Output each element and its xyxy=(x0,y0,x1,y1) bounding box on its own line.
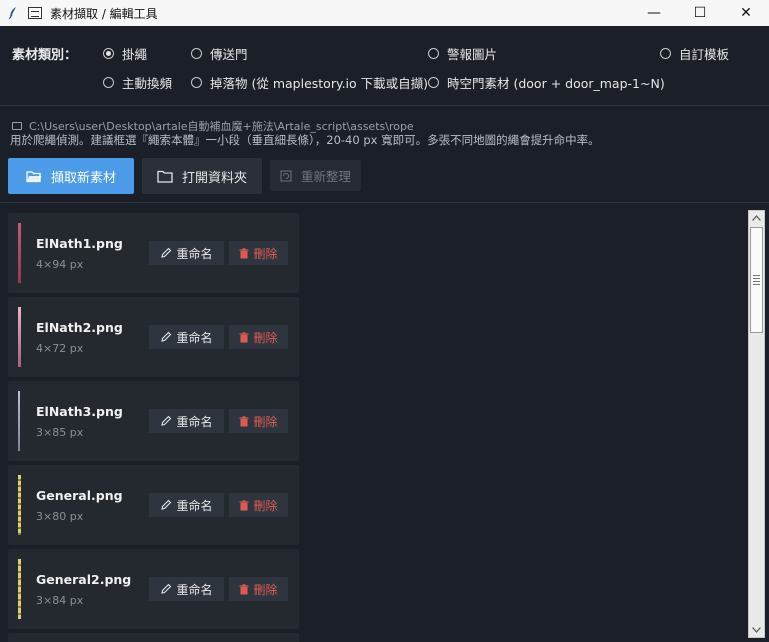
radio-alert-image[interactable]: 警報圖片 xyxy=(428,44,497,63)
open-folder-button[interactable]: 打開資料夾 xyxy=(142,158,262,194)
asset-thumbnail xyxy=(18,559,21,619)
refresh-icon xyxy=(280,170,292,182)
asset-card: ElNath1.png 4×94 px 重命名 刪除 xyxy=(8,213,299,293)
rename-button[interactable]: 重命名 xyxy=(149,409,224,433)
title-bar: 素材擷取 / 編輯工具 — ☐ ✕ xyxy=(0,0,769,26)
asset-name: ElNath1.png xyxy=(36,236,123,251)
asset-dims: 3×85 px xyxy=(36,426,84,439)
rename-label: 重命名 xyxy=(176,414,213,429)
radio-rope[interactable]: 掛繩 xyxy=(103,44,147,63)
asset-name: General2.png xyxy=(36,572,132,587)
reorganize-button[interactable]: 重新整理 xyxy=(270,160,361,191)
radio-door[interactable]: 時空門素材 (door + door_map-1~N) xyxy=(428,73,665,92)
asset-card: General.png 3×80 px 重命名 刪除 xyxy=(8,465,299,545)
asset-card: ElNath2.png 4×72 px 重命名 刪除 xyxy=(8,297,299,377)
folder-icon xyxy=(12,122,22,130)
delete-label: 刪除 xyxy=(253,498,278,513)
rename-label: 重命名 xyxy=(176,330,213,345)
asset-card-partial xyxy=(8,633,299,642)
folder-open-icon xyxy=(26,170,42,183)
feather-icon xyxy=(6,6,20,20)
radio-label: 自訂模板 xyxy=(679,47,730,62)
radio-label: 掛繩 xyxy=(122,47,148,62)
rename-button[interactable]: 重命名 xyxy=(149,241,224,265)
trash-icon xyxy=(239,247,249,259)
window-icon xyxy=(28,7,42,19)
vertical-scrollbar[interactable] xyxy=(748,210,765,638)
asset-name: ElNath2.png xyxy=(36,320,123,335)
scroll-down-arrow[interactable] xyxy=(750,624,763,636)
rename-button[interactable]: 重命名 xyxy=(149,325,224,349)
radio-dot[interactable] xyxy=(191,77,202,88)
rename-button[interactable]: 重命名 xyxy=(149,577,224,601)
radio-custom-template[interactable]: 自訂模板 xyxy=(660,44,729,63)
category-section: 素材類別： 掛繩 傳送門 警報圖片 自訂模板 主動換頻 掉落物 (從 maple… xyxy=(0,26,769,106)
trash-icon xyxy=(239,499,249,511)
asset-thumbnail xyxy=(18,475,21,535)
asset-thumbnail xyxy=(18,391,20,451)
rename-label: 重命名 xyxy=(176,246,213,261)
reorganize-label: 重新整理 xyxy=(300,169,351,184)
trash-icon xyxy=(239,415,249,427)
pencil-icon xyxy=(160,331,172,343)
radio-dot[interactable] xyxy=(191,48,202,59)
asset-thumbnail xyxy=(18,307,21,367)
radio-portal[interactable]: 傳送門 xyxy=(191,44,248,63)
hint-text: 用於爬繩偵測。建議框選『繩索本體』一小段（垂直細長條），20-40 px 寬即可… xyxy=(10,133,600,147)
radio-channel-switch[interactable]: 主動換頻 xyxy=(103,73,172,92)
delete-button[interactable]: 刪除 xyxy=(229,241,288,265)
asset-dims: 4×94 px xyxy=(36,258,84,271)
radio-drops[interactable]: 掉落物 (從 maplestory.io 下載或自擷) xyxy=(191,73,428,92)
delete-label: 刪除 xyxy=(253,582,278,597)
radio-dot[interactable] xyxy=(428,77,439,88)
pencil-icon xyxy=(160,415,172,427)
scroll-thumb[interactable] xyxy=(750,227,763,333)
folder-icon xyxy=(157,170,173,183)
pencil-icon xyxy=(160,247,172,259)
asset-dims: 4×72 px xyxy=(36,342,84,355)
capture-button[interactable]: 擷取新素材 xyxy=(8,158,134,194)
delete-button[interactable]: 刪除 xyxy=(229,325,288,349)
maximize-button[interactable]: ☐ xyxy=(677,0,723,26)
pencil-icon xyxy=(160,583,172,595)
rename-label: 重命名 xyxy=(176,582,213,597)
open-folder-label: 打開資料夾 xyxy=(181,170,247,186)
minimize-button[interactable]: — xyxy=(631,0,677,26)
asset-thumbnail xyxy=(18,223,21,283)
rename-label: 重命名 xyxy=(176,498,213,513)
delete-label: 刪除 xyxy=(253,246,278,261)
pencil-icon xyxy=(160,499,172,511)
close-button[interactable]: ✕ xyxy=(723,0,769,26)
radio-dot[interactable] xyxy=(103,77,114,88)
delete-button[interactable]: 刪除 xyxy=(229,493,288,517)
asset-card: General2.png 3×84 px 重命名 刪除 xyxy=(8,549,299,629)
radio-dot[interactable] xyxy=(103,48,114,59)
asset-name: General.png xyxy=(36,488,123,503)
trash-icon xyxy=(239,583,249,595)
delete-label: 刪除 xyxy=(253,330,278,345)
capture-label: 擷取新素材 xyxy=(50,170,116,186)
radio-label: 傳送門 xyxy=(210,47,248,62)
scroll-up-arrow[interactable] xyxy=(750,212,763,224)
asset-dims: 3×80 px xyxy=(36,510,84,523)
window-title: 素材擷取 / 編輯工具 xyxy=(50,6,158,21)
delete-label: 刪除 xyxy=(253,414,278,429)
radio-label: 掉落物 (從 maplestory.io 下載或自擷) xyxy=(210,76,429,91)
asset-dims: 3×84 px xyxy=(36,594,84,607)
radio-label: 主動換頻 xyxy=(122,76,173,91)
asset-card: ElNath3.png 3×85 px 重命名 刪除 xyxy=(8,381,299,461)
rename-button[interactable]: 重命名 xyxy=(149,493,224,517)
radio-label: 警報圖片 xyxy=(447,47,498,62)
trash-icon xyxy=(239,331,249,343)
radio-dot[interactable] xyxy=(428,48,439,59)
delete-button[interactable]: 刪除 xyxy=(229,577,288,601)
delete-button[interactable]: 刪除 xyxy=(229,409,288,433)
radio-dot[interactable] xyxy=(660,48,671,59)
category-label: 素材類別： xyxy=(12,48,78,63)
asset-list: ElNath1.png 4×94 px 重命名 刪除 ElNath2.png 4… xyxy=(0,203,745,642)
radio-label: 時空門素材 (door + door_map-1~N) xyxy=(447,76,665,91)
asset-name: ElNath3.png xyxy=(36,404,123,419)
